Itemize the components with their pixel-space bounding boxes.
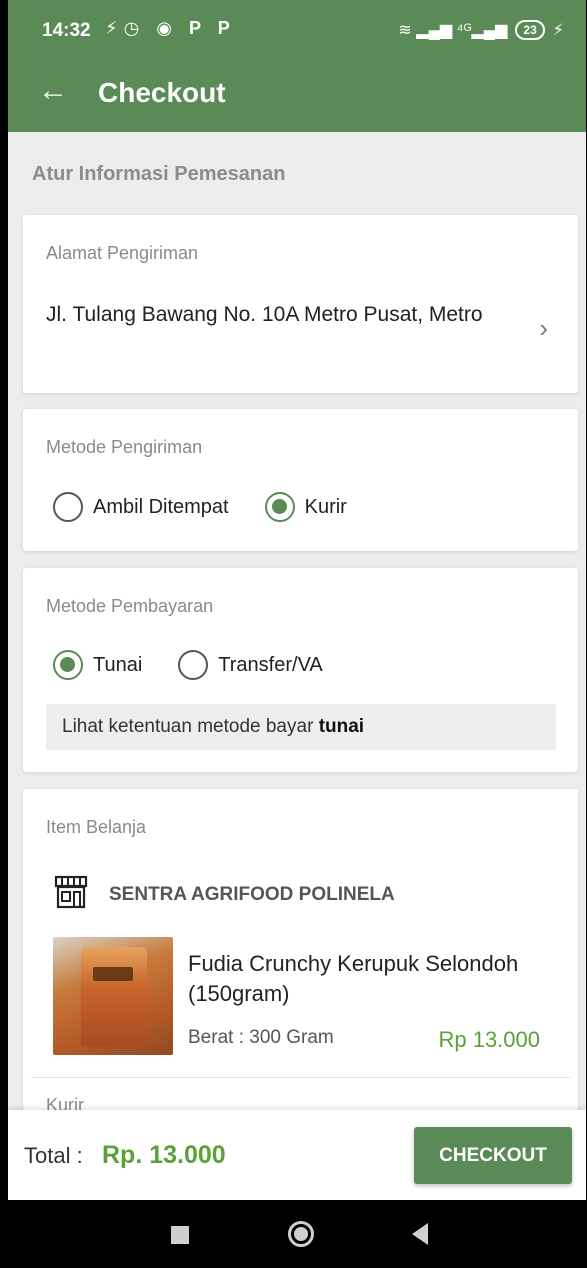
payment-option-label: Tunai xyxy=(93,653,143,676)
store-icon xyxy=(53,875,89,914)
home-icon[interactable] xyxy=(288,1221,314,1247)
shipping-method-label: Metode Pengiriman xyxy=(46,437,203,457)
system-nav-bar xyxy=(8,1200,586,1268)
payment-terms-link[interactable]: Lihat ketentuan metode bayar tunai xyxy=(46,704,556,750)
charging-icon: ⚡ xyxy=(552,22,564,39)
shipping-method-card: Metode Pengiriman Ambil Ditempat Kurir xyxy=(23,409,578,551)
total-value: Rp. 13.000 xyxy=(102,1141,226,1169)
radio-unchecked-icon[interactable] xyxy=(53,492,83,522)
back-arrow-icon[interactable]: ← xyxy=(38,74,68,108)
shipping-option-ambil[interactable]: Ambil Ditempat xyxy=(53,492,229,522)
battery-icon: 23 xyxy=(515,20,545,40)
checkout-footer: Total : Rp. 13.000 CHECKOUT xyxy=(8,1110,586,1200)
payment-options: Tunai Transfer/VA xyxy=(53,650,359,680)
section-title: Atur Informasi Pemesanan xyxy=(32,163,286,185)
signal-icon: ≋ ▂▄▆ ⁴ᴳ▂▄▆ xyxy=(398,22,508,39)
product-price: Rp 13.000 xyxy=(438,1027,540,1052)
address-card[interactable]: Alamat Pengiriman Jl. Tulang Bawang No. … xyxy=(23,215,578,393)
payment-option-tunai[interactable]: Tunai xyxy=(53,650,142,680)
items-label: Item Belanja xyxy=(46,817,147,837)
product-image[interactable] xyxy=(53,937,173,1055)
status-time: 14:32 xyxy=(42,20,91,41)
product-pack-label-shape xyxy=(93,967,133,981)
app-bar: ← Checkout xyxy=(8,64,586,132)
checkout-screen: 14:32 ⚡◷ ◉ P P ≋ ▂▄▆ ⁴ᴳ▂▄▆ 23 ⚡ ← Checko… xyxy=(8,0,586,1268)
product-pack-shape xyxy=(81,947,147,1047)
shipping-option-kurir[interactable]: Kurir xyxy=(264,492,347,522)
product-name[interactable]: Fudia Crunchy Kerupuk Selondoh (150gram) xyxy=(188,949,558,1009)
chevron-right-icon[interactable]: › xyxy=(539,313,548,344)
items-card: Item Belanja SENTRA AGRIFOOD POLINELA Fu… xyxy=(23,789,578,1149)
recent-apps-icon[interactable] xyxy=(171,1226,189,1244)
address-value: Jl. Tulang Bawang No. 10A Metro Pusat, M… xyxy=(46,303,483,326)
divider xyxy=(31,1077,571,1078)
address-label: Alamat Pengiriman xyxy=(46,243,199,263)
payment-method-card: Metode Pembayaran Tunai Transfer/VA Liha… xyxy=(23,568,578,772)
radio-checked-icon[interactable] xyxy=(264,492,295,522)
shipping-options: Ambil Ditempat Kurir xyxy=(53,492,383,522)
page-title: Checkout xyxy=(98,77,226,108)
shipping-option-label: Ambil Ditempat xyxy=(93,495,229,518)
store-name: SENTRA AGRIFOOD POLINELA xyxy=(109,883,395,905)
radio-unchecked-icon[interactable] xyxy=(178,650,209,680)
shipping-option-label: Kurir xyxy=(304,495,347,518)
status-bar: 14:32 ⚡◷ ◉ P P ≋ ▂▄▆ ⁴ᴳ▂▄▆ 23 ⚡ xyxy=(8,0,586,64)
payment-note-text: Lihat ketentuan metode bayar xyxy=(62,716,319,737)
app-header: 14:32 ⚡◷ ◉ P P ≋ ▂▄▆ ⁴ᴳ▂▄▆ 23 ⚡ ← Checko… xyxy=(8,0,586,132)
system-icons: ≋ ▂▄▆ ⁴ᴳ▂▄▆ 23 ⚡ xyxy=(398,20,564,40)
payment-method-label: Metode Pembayaran xyxy=(46,596,214,616)
radio-checked-icon[interactable] xyxy=(53,650,83,680)
notification-icons: ⚡◷ ◉ P P xyxy=(105,18,236,38)
payment-note-method: tunai xyxy=(318,716,365,737)
total-label: Total : xyxy=(24,1143,83,1168)
product-weight: Berat : 300 Gram xyxy=(188,1027,334,1048)
checkout-button[interactable]: CHECKOUT xyxy=(414,1127,572,1184)
payment-option-transfer[interactable]: Transfer/VA xyxy=(178,650,323,680)
back-triangle-icon[interactable] xyxy=(412,1223,428,1245)
store-header: SENTRA AGRIFOOD POLINELA xyxy=(53,875,395,914)
payment-option-label: Transfer/VA xyxy=(218,653,323,676)
